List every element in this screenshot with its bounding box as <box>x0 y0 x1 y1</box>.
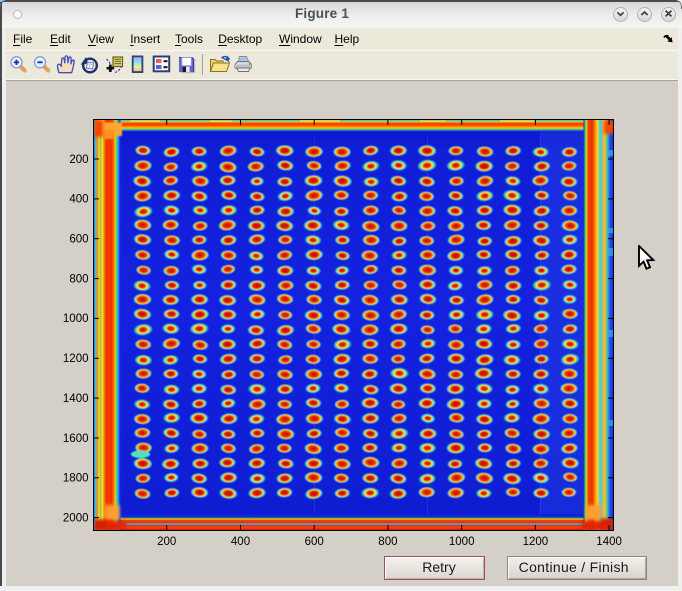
svg-text:1200: 1200 <box>63 353 89 365</box>
svg-text:600: 600 <box>69 234 88 246</box>
svg-text:200: 200 <box>69 154 88 166</box>
svg-text:1000: 1000 <box>63 313 89 325</box>
svg-text:800: 800 <box>69 273 88 285</box>
svg-text:1600: 1600 <box>63 433 89 445</box>
svg-text:2000: 2000 <box>63 512 89 524</box>
svg-text:1000: 1000 <box>449 536 475 548</box>
svg-text:1200: 1200 <box>523 536 549 548</box>
svg-text:600: 600 <box>305 536 324 548</box>
svg-text:400: 400 <box>231 536 250 548</box>
svg-text:1400: 1400 <box>63 393 89 405</box>
svg-text:1800: 1800 <box>63 473 89 485</box>
svg-text:400: 400 <box>69 194 88 206</box>
svg-text:200: 200 <box>157 536 176 548</box>
svg-text:800: 800 <box>378 536 397 548</box>
svg-text:1400: 1400 <box>596 536 622 548</box>
